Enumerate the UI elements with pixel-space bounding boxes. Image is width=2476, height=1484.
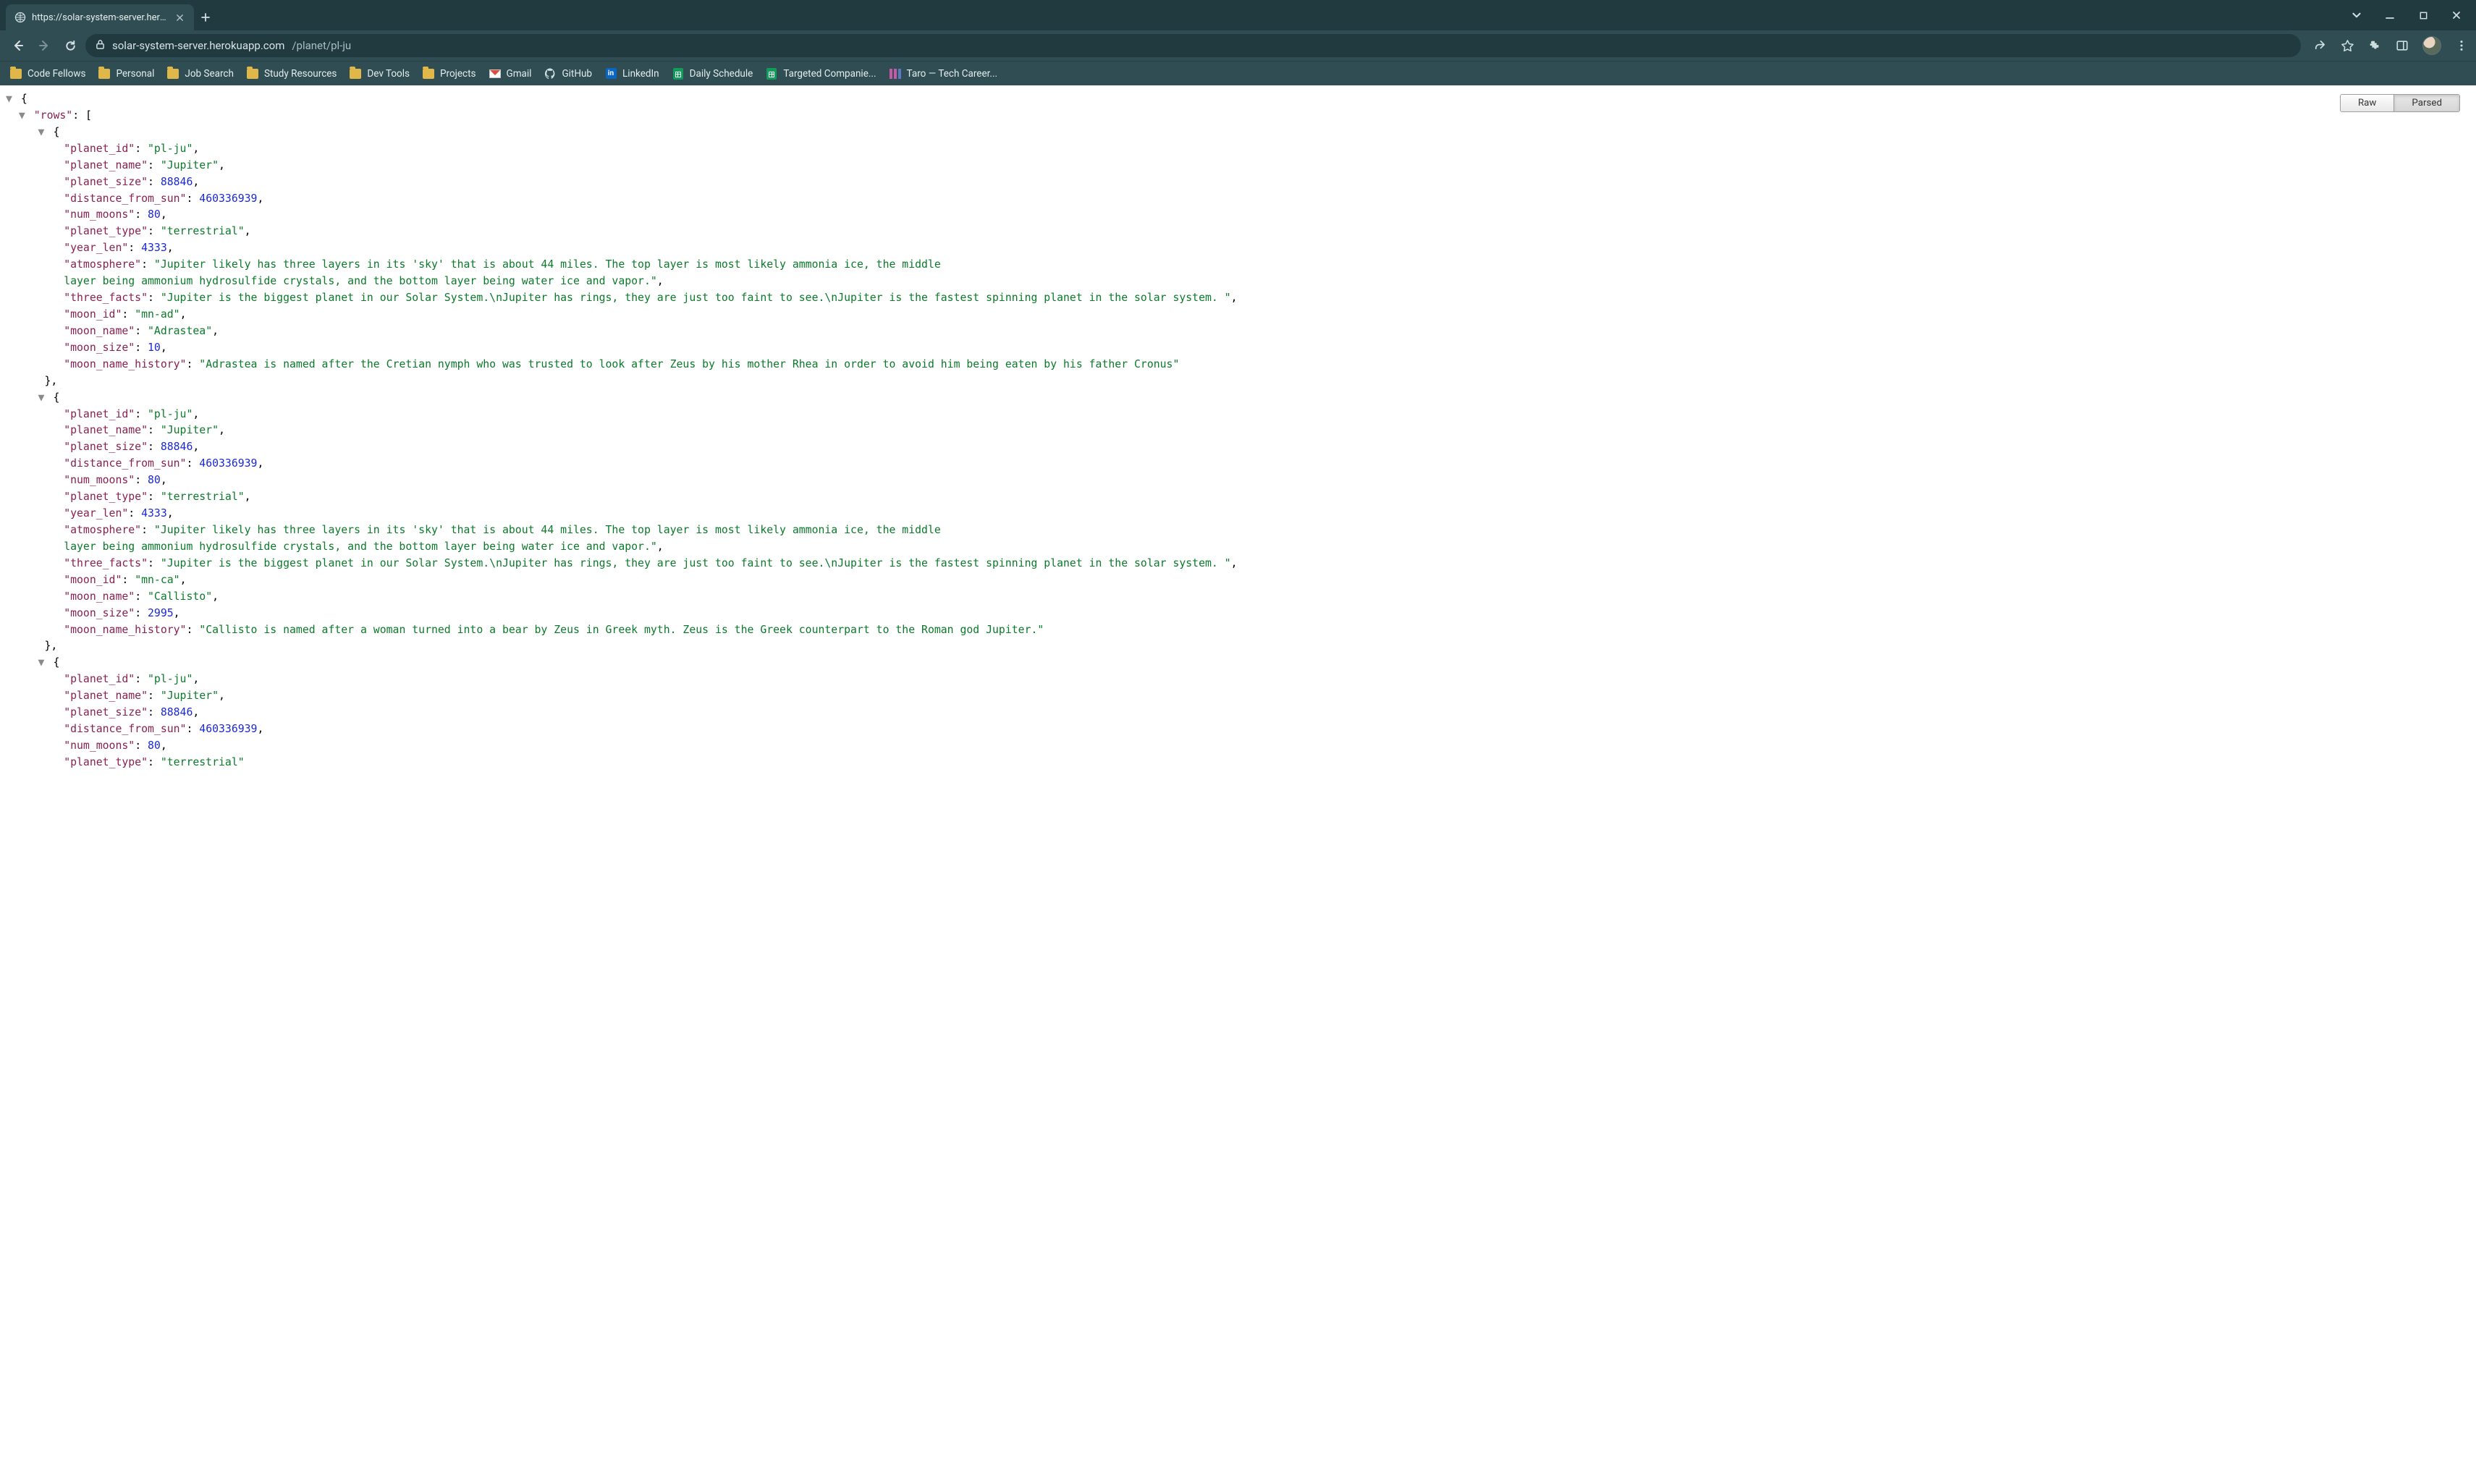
side-panel-icon[interactable] (2395, 38, 2409, 53)
browser-titlebar: https://solar-system-server.herok (0, 0, 2476, 30)
new-tab-button[interactable] (194, 4, 217, 30)
nav-forward-button[interactable] (33, 35, 55, 56)
browser-tab[interactable]: https://solar-system-server.herok (6, 4, 194, 30)
bookmark-item[interactable]: Daily Schedule (672, 68, 753, 80)
window-maximize-icon[interactable] (2417, 9, 2430, 22)
bookmark-item[interactable]: Gmail (489, 68, 532, 80)
share-icon[interactable] (2312, 38, 2327, 53)
window-minimize-icon[interactable] (2383, 9, 2396, 22)
browser-toolbar: solar-system-server.herokuapp.com/planet… (0, 30, 2476, 61)
bookmark-label: GitHub (562, 68, 592, 80)
folder-icon (423, 69, 434, 79)
folder-icon (350, 69, 361, 79)
bookmark-label: Study Resources (264, 68, 337, 80)
folder-icon (247, 69, 258, 79)
bookmark-item[interactable]: in LinkedIn (605, 68, 659, 80)
view-parsed-button[interactable]: Parsed (2393, 95, 2459, 111)
extensions-icon[interactable] (2367, 38, 2382, 53)
bookmark-item[interactable]: Code Fellows (10, 68, 85, 80)
bookmark-label: Taro — Tech Career... (907, 68, 998, 80)
bookmark-label: LinkedIn (622, 68, 659, 80)
bookmark-label: Dev Tools (367, 68, 410, 80)
taro-icon (890, 68, 901, 80)
bookmark-item[interactable]: GitHub (544, 68, 592, 80)
folder-icon (10, 69, 22, 79)
bookmark-star-icon[interactable] (2340, 38, 2354, 53)
window-close-icon[interactable] (2450, 9, 2463, 22)
bookmark-label: Targeted Companie... (783, 68, 876, 80)
bookmark-label: Code Fellows (28, 68, 85, 80)
bookmark-item[interactable]: Dev Tools (350, 68, 410, 80)
globe-icon (14, 12, 26, 23)
bookmark-label: Gmail (507, 68, 532, 80)
json-viewer: Raw Parsed ▼ { ▼ "rows": [ ▼ { "planet_i… (0, 85, 2476, 1484)
sheets-icon (672, 68, 684, 80)
github-icon (544, 68, 556, 80)
lock-icon (96, 39, 105, 53)
folder-icon (167, 69, 179, 79)
profile-avatar[interactable] (2422, 36, 2441, 55)
bookmark-label: Daily Schedule (690, 68, 753, 80)
nav-reload-button[interactable] (59, 35, 81, 56)
toolbar-right (2305, 36, 2469, 55)
tab-title: https://solar-system-server.herok (32, 12, 168, 23)
bookmarks-bar: Code Fellows Personal Job Search Study Reso… (0, 61, 2476, 85)
bookmark-item[interactable]: Personal (98, 68, 154, 80)
close-tab-icon[interactable] (174, 12, 185, 23)
tabs-dropdown-icon[interactable] (2350, 9, 2363, 22)
address-bar[interactable]: solar-system-server.herokuapp.com/planet… (85, 34, 2301, 57)
bookmark-item[interactable]: Taro — Tech Career... (890, 68, 998, 80)
bookmark-item[interactable]: Job Search (167, 68, 234, 80)
bookmark-label: Personal (116, 68, 154, 80)
bookmark-item[interactable]: Targeted Companie... (766, 68, 876, 80)
bookmark-label: Job Search (185, 68, 234, 80)
bookmark-label: Projects (440, 68, 476, 80)
url-path: /planet/pl-ju (292, 39, 351, 52)
sheets-icon (766, 68, 777, 80)
json-tree[interactable]: ▼ { ▼ "rows": [ ▼ { "planet_id": "pl-ju"… (0, 85, 2476, 800)
view-toggle: Raw Parsed (2340, 94, 2460, 112)
bookmark-item[interactable]: Study Resources (247, 68, 337, 80)
gmail-icon (489, 68, 501, 80)
nav-back-button[interactable] (7, 35, 29, 56)
view-raw-button[interactable]: Raw (2341, 95, 2393, 111)
linkedin-icon: in (605, 68, 617, 80)
url-host: solar-system-server.herokuapp.com (112, 39, 284, 52)
chrome-menu-icon[interactable] (2454, 38, 2469, 53)
bookmark-item[interactable]: Projects (423, 68, 476, 80)
window-controls (2344, 0, 2476, 30)
folder-icon (98, 69, 110, 79)
